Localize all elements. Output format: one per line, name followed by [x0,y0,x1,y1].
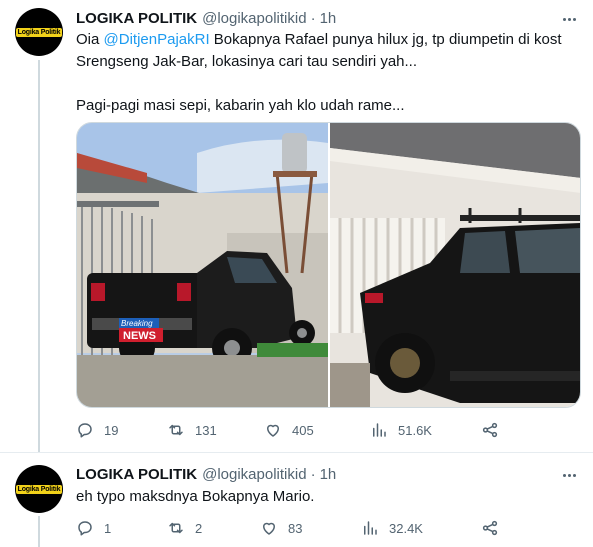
news-badge: NEWS [123,330,156,342]
share-button[interactable] [481,518,499,538]
heart-icon [263,522,275,535]
reply-icon [78,423,92,438]
author-name[interactable]: LOGIKA POLITIK [76,10,197,27]
share-icon [482,422,498,438]
tweet-actions: 19 131 405 51.6K [76,420,546,440]
tweet-2[interactable]: Logika Politik LOGIKA POLITIK @logikapol… [0,452,593,547]
retweet-button[interactable]: 2 [167,518,202,538]
more-icon[interactable] [559,9,579,29]
separator-dot: · [310,465,316,483]
avatar[interactable]: Logika Politik [15,8,63,56]
reply-button[interactable]: 1 [76,518,111,538]
photo-left[interactable]: Breaking NEWS [77,123,328,407]
tweet-header: LOGIKA POLITIK @logikapolitikid · 1h [76,464,336,484]
share-icon [482,520,498,536]
like-count: 83 [288,520,303,536]
separator-dot: · [310,9,316,27]
retweet-count: 131 [195,422,217,438]
tweet-actions: 1 2 83 32.4K [76,518,546,538]
more-icon[interactable] [559,465,579,485]
views-icon [373,423,386,437]
tweet-paragraph-1: Oia @DitjenPajakRI Bokapnya Rafael punya… [76,29,581,73]
thread-line [38,516,40,547]
author-name[interactable]: LOGIKA POLITIK [76,466,197,483]
timestamp[interactable]: 1h [320,10,337,27]
like-button[interactable]: 83 [260,518,302,538]
text-segment: Oia [76,31,104,48]
retweet-icon [169,522,183,534]
reply-count: 1 [104,520,112,536]
avatar[interactable]: Logika Politik [15,465,63,513]
retweet-button[interactable]: 131 [167,420,217,440]
tweet-1[interactable]: Logika Politik LOGIKA POLITIK @logikapol… [0,0,593,452]
share-button[interactable] [481,420,499,440]
avatar-logo-text: Logika Politik [15,484,63,494]
mention-link[interactable]: @DitjenPajakRI [104,31,210,48]
timestamp[interactable]: 1h [320,466,337,483]
views-button[interactable]: 32.4K [361,518,423,538]
like-count: 405 [292,422,314,438]
tweet-paragraph-2: Pagi-pagi masi sepi, kabarin yah klo uda… [76,97,405,114]
breaking-badge: Breaking [121,319,153,328]
avatar-logo-text: Logika Politik [15,27,63,37]
tweet-text: eh typo maksdnya Bokapnya Mario. [76,488,315,505]
thread-line [38,60,40,452]
reply-icon [78,521,92,536]
retweet-count: 2 [195,520,203,536]
views-count: 51.6K [398,422,432,438]
views-button[interactable]: 51.6K [370,420,432,440]
tweet-header: LOGIKA POLITIK @logikapolitikid · 1h [76,8,336,28]
heart-icon [267,424,279,437]
views-count: 32.4K [389,520,423,536]
views-icon [364,521,377,535]
like-button[interactable]: 405 [264,420,314,440]
author-handle[interactable]: @logikapolitikid [202,10,306,27]
author-handle[interactable]: @logikapolitikid [202,466,306,483]
tweet-text: Oia @DitjenPajakRI Bokapnya Rafael punya… [76,29,581,117]
media-grid[interactable]: Breaking NEWS [76,122,581,408]
reply-count: 19 [104,422,119,438]
retweet-icon [169,424,183,436]
photo-right[interactable] [329,123,580,407]
reply-button[interactable]: 19 [76,420,118,440]
